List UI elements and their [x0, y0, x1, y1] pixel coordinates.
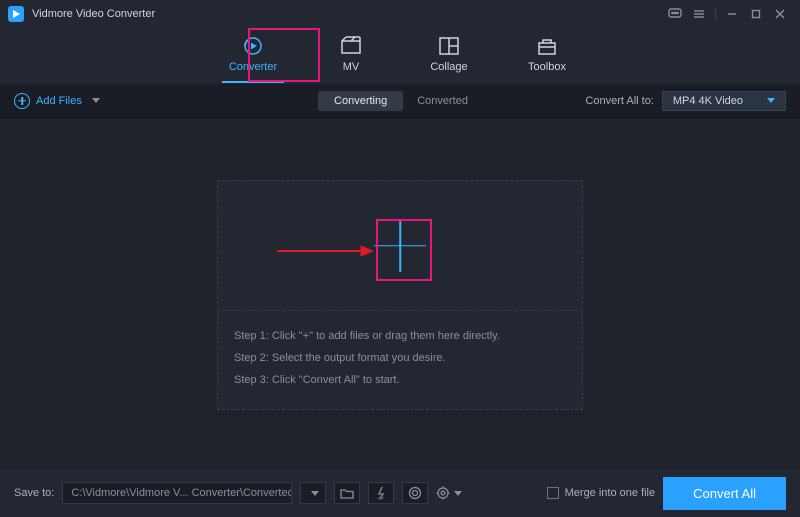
output-format-select[interactable]: MP4 4K Video — [662, 91, 786, 111]
tab-toolbox[interactable]: Toolbox — [512, 35, 582, 79]
step-1: Step 1: Click "+" to add files or drag t… — [234, 325, 566, 347]
tab-toolbox-label: Toolbox — [528, 61, 566, 73]
converted-tab[interactable]: Converted — [403, 91, 482, 111]
chevron-down-icon — [454, 491, 462, 496]
convert-all-to-label: Convert All to: — [585, 95, 653, 107]
mv-icon — [316, 35, 386, 57]
menu-icon[interactable] — [687, 4, 711, 24]
merge-label: Merge into one file — [565, 487, 656, 499]
converting-tab[interactable]: Converting — [318, 91, 403, 111]
converter-icon — [218, 35, 288, 57]
step-2: Step 2: Select the output format you des… — [234, 347, 566, 369]
collage-icon — [414, 35, 484, 57]
toolbox-icon — [512, 35, 582, 57]
save-to-label: Save to: — [14, 487, 54, 499]
add-files-label: Add Files — [36, 95, 82, 107]
instructions: Step 1: Click "+" to add files or drag t… — [218, 311, 582, 409]
svg-text:OFF: OFF — [378, 497, 385, 501]
settings-button[interactable] — [436, 482, 462, 504]
convert-all-button[interactable]: Convert All — [663, 477, 786, 510]
add-files-button[interactable]: Add Files — [14, 93, 100, 109]
high-speed-button[interactable] — [402, 482, 428, 504]
bottom-bar: Save to: C:\Vidmore\Vidmore V... Convert… — [0, 469, 800, 517]
feedback-icon[interactable] — [663, 4, 687, 24]
app-title: Vidmore Video Converter — [32, 8, 155, 20]
app-logo — [8, 6, 24, 22]
drop-zone[interactable]: Step 1: Click "+" to add files or drag t… — [217, 180, 583, 410]
step-3: Step 3: Click "Convert All" to start. — [234, 369, 566, 391]
output-format-value: MP4 4K Video — [673, 95, 743, 107]
chevron-down-icon — [767, 98, 775, 103]
plus-circle-icon — [14, 93, 30, 109]
close-button[interactable] — [768, 4, 792, 24]
tab-mv[interactable]: MV — [316, 35, 386, 79]
tab-collage[interactable]: Collage — [414, 35, 484, 79]
tab-converter-label: Converter — [229, 61, 277, 73]
main-area: Step 1: Click "+" to add files or drag t… — [0, 118, 800, 469]
add-plus-icon[interactable] — [374, 220, 426, 272]
main-tabs: Converter MV Collage Toolbox — [0, 28, 800, 84]
secondary-bar: Add Files Converting Converted Convert A… — [0, 84, 800, 118]
open-folder-button[interactable] — [334, 482, 360, 504]
checkbox-icon — [547, 487, 559, 499]
path-dropdown-button[interactable] — [300, 482, 326, 504]
chevron-down-icon — [92, 98, 100, 103]
tab-collage-label: Collage — [430, 61, 467, 73]
merge-checkbox[interactable]: Merge into one file — [547, 487, 656, 499]
tab-converter[interactable]: Converter — [218, 35, 288, 79]
chevron-down-icon — [311, 491, 319, 496]
maximize-button[interactable] — [744, 4, 768, 24]
titlebar: Vidmore Video Converter — [0, 0, 800, 28]
tab-mv-label: MV — [343, 61, 360, 73]
save-path-field[interactable]: C:\Vidmore\Vidmore V... Converter\Conver… — [62, 482, 292, 504]
hardware-accel-button[interactable]: OFF — [368, 482, 394, 504]
drop-zone-top[interactable] — [218, 181, 582, 311]
minimize-button[interactable] — [720, 4, 744, 24]
